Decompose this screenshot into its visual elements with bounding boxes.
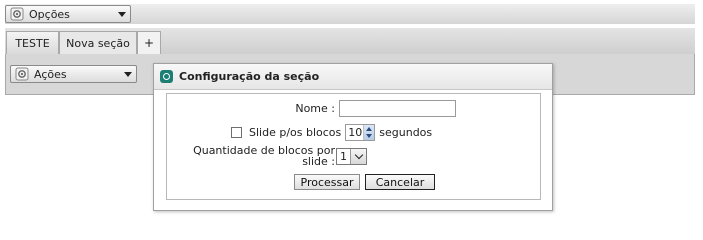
blocks-per-slide-row: Quantidade de blocos por slide : 1 <box>167 145 367 167</box>
slide-seconds-unit: segundos <box>379 126 433 139</box>
slide-checkbox[interactable] <box>231 127 242 138</box>
tab-label: TESTE <box>15 36 50 50</box>
name-label: Nome : <box>295 102 335 115</box>
tab-teste[interactable]: TESTE <box>6 31 59 54</box>
tab-label: Nova seção <box>66 36 130 50</box>
dialog-buttons: Processar Cancelar <box>294 174 435 190</box>
blocks-per-slide-label: Quantidade de blocos por slide : <box>193 144 335 168</box>
spinner-down-icon[interactable] <box>364 133 374 141</box>
slide-label: Slide p/os blocos <box>249 126 342 139</box>
blocks-per-slide-value: 1 <box>340 149 347 163</box>
dialog-header: Configuração da seção <box>154 64 552 90</box>
plus-icon: + <box>143 36 155 50</box>
options-dropdown-button[interactable]: Opções <box>5 5 131 23</box>
spinner-arrows <box>363 125 375 141</box>
gear-icon <box>10 7 24 21</box>
chevron-down-icon <box>350 148 366 164</box>
slide-seconds-value: 10 <box>348 126 363 139</box>
dialog-form: Nome : Slide p/os blocos 10 segundos Qua… <box>166 93 541 200</box>
name-input[interactable] <box>339 100 456 117</box>
options-dropdown-label: Opções <box>29 7 70 21</box>
chevron-down-icon <box>118 11 126 17</box>
slide-row: Slide p/os blocos 10 segundos <box>231 124 432 141</box>
top-options-bar: Opções <box>5 4 695 24</box>
blocks-per-slide-select[interactable]: 1 <box>336 147 367 165</box>
section-tabs-bar: TESTE Nova seção + <box>5 28 695 54</box>
process-button[interactable]: Processar <box>294 174 360 190</box>
dialog-app-icon <box>160 70 173 83</box>
slide-seconds-spinner[interactable]: 10 <box>345 124 376 141</box>
section-config-dialog: Configuração da seção Nome : Slide p/os … <box>153 63 553 211</box>
cancel-button[interactable]: Cancelar <box>365 174 435 190</box>
chevron-down-icon <box>124 71 132 77</box>
add-tab-button[interactable]: + <box>137 31 161 54</box>
gear-icon <box>15 67 29 81</box>
tab-nova-secao[interactable]: Nova seção <box>59 31 137 54</box>
name-row: Nome : <box>167 100 532 117</box>
dialog-title: Configuração da seção <box>179 70 320 83</box>
actions-dropdown-button[interactable]: Ações <box>10 65 137 83</box>
spinner-up-icon[interactable] <box>364 125 374 133</box>
actions-dropdown-label: Ações <box>34 67 67 81</box>
